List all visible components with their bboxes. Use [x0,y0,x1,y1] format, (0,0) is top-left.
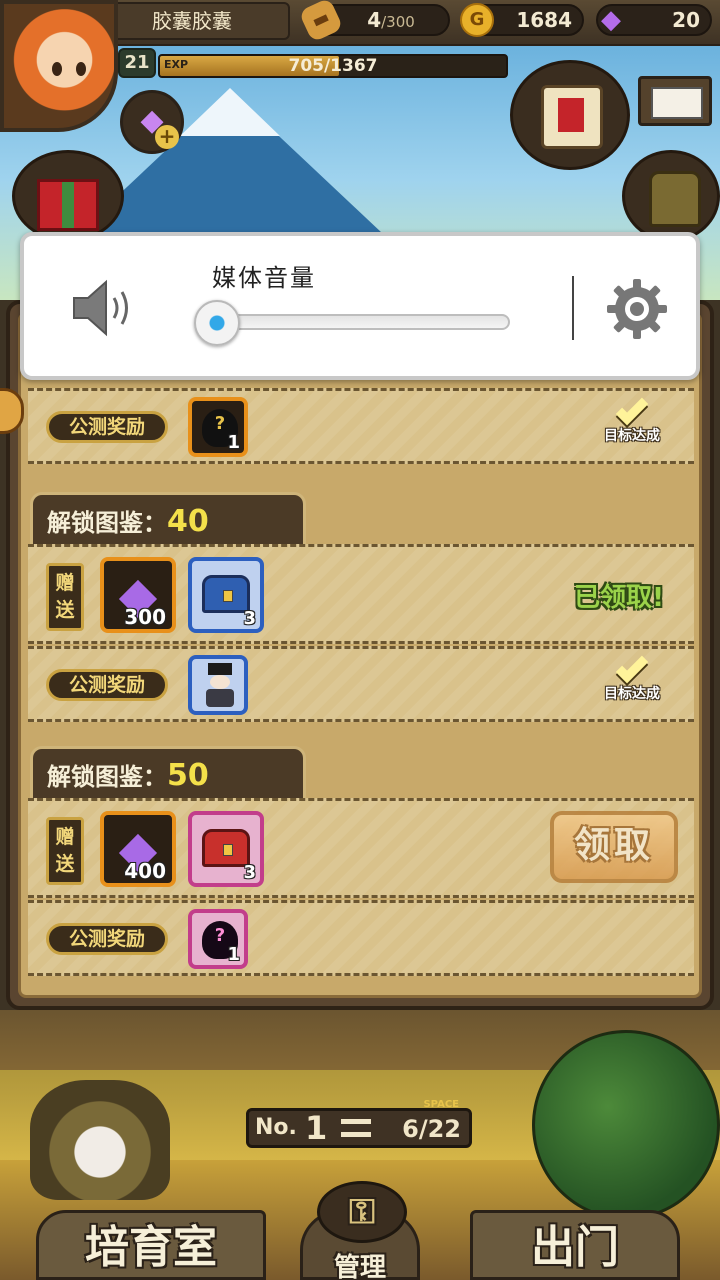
mail-button[interactable] [638,76,712,126]
gold-value: 1684 [516,8,572,32]
gem-value: 20 [672,8,700,32]
scroll-icon [541,85,603,149]
mountain-snowcap [180,88,280,136]
gem-counter: ◆ 20 [596,4,712,36]
bread-counter: ▬ 4/300 [298,0,450,43]
mystery-item-slot[interactable]: ? 1 [188,397,248,457]
beta-reward-tag: 公测奖励 [46,923,168,955]
reward-row-beta-1: 公测奖励 ? 1 目标达成 [28,388,694,464]
player-avatar[interactable] [0,0,118,132]
gift-tag: 赠 送 [46,563,84,631]
check-icon [615,392,649,426]
go-out-button[interactable]: 出门 [470,1210,680,1280]
item-quantity: 300 [124,605,166,629]
blue-chest-reward-slot[interactable]: 3 [188,557,264,633]
character-reward-slot[interactable] [188,655,248,715]
avatar-eye-right [76,62,86,76]
incubator-button[interactable]: 培育室 [36,1210,266,1280]
speaker-icon[interactable] [68,276,138,340]
tree-decoration [532,1030,720,1220]
gift-box-icon [37,179,99,231]
gear-icon[interactable] [604,276,670,342]
claim-button[interactable]: 领取 [550,811,678,883]
backpack-button[interactable] [622,150,720,242]
player-name: 胶囊胶囊 [94,2,290,40]
volume-title: 媒体音量 [212,264,316,292]
red-chest-reward-slot[interactable]: 3 [188,811,264,887]
section-label: 解锁图鉴： [47,509,167,537]
no-value: 1 [305,1109,328,1147]
egg-nest-decoration [30,1080,170,1200]
goal-complete-text: 目标达成 [604,428,660,444]
bread-max: /300 [381,13,415,31]
reward-row-gift-50: 赠 送 ◆ 400 3 领取 [28,798,694,898]
gem-icon: ◆ [601,5,621,35]
section-header-50: 解锁图鉴：50 [30,746,306,800]
goal-complete-text: 目标达成 [604,686,660,702]
item-quantity: 1 [227,944,240,965]
exp-text: 705/1367 [288,56,378,76]
mystery-item-slot[interactable]: ? 1 [188,909,248,969]
key-icon: ⚿ [317,1181,407,1243]
check-icon [615,650,649,684]
bread-value: 4 [367,8,382,32]
goal-complete-badge: 目标达成 [592,650,672,717]
reward-row-beta-2: 公测奖励 目标达成 [28,646,694,722]
gift-button[interactable] [12,150,124,242]
no-label: No. [255,1115,297,1140]
reward-row-beta-3: 公测奖励 ? 1 [28,900,694,976]
level-badge: 21 [118,48,156,78]
bread-icon: ▬ [298,0,344,43]
goal-complete-badge: 目标达成 [592,392,672,459]
manage-label: 管理 [333,1253,386,1280]
gift-tag-char-1: 赠 [55,826,75,848]
item-quantity: 3 [243,862,256,883]
volume-slider-knob[interactable] [194,300,240,346]
manage-button[interactable]: ⚿ 管理 [300,1181,420,1280]
reward-row-gift-40: 赠 送 ◆ 300 3 已领取! [28,544,694,644]
section-number: 50 [167,758,209,793]
avatar-eye-left [52,62,62,76]
character-icon [206,663,234,707]
beta-reward-tag: 公测奖励 [46,669,168,701]
quest-scroll-button[interactable] [510,60,630,170]
section-header-40: 解锁图鉴：40 [30,492,306,546]
item-quantity: 400 [124,859,166,883]
gift-tag-char-2: 送 [55,853,75,875]
gem-reward-slot[interactable]: ◆ 400 [100,811,176,887]
buy-gems-button[interactable]: ◆ + [120,90,184,154]
equals-icon [341,1119,371,1137]
divider [572,276,574,340]
gift-tag-char-1: 赠 [55,572,75,594]
gem-reward-slot[interactable]: ◆ 300 [100,557,176,633]
space-label: SPACE [423,1099,459,1110]
gift-tag-char-2: 送 [55,599,75,621]
plus-icon: + [155,125,179,149]
exp-bar: EXP 705/1367 [158,54,508,78]
beta-reward-tag: 公测奖励 [46,411,168,443]
section-label: 解锁图鉴： [47,763,167,791]
section-number: 40 [167,504,209,539]
media-volume-overlay: 媒体音量 [20,232,700,380]
volume-slider-track[interactable] [200,314,510,330]
gold-counter: G 1684 [460,3,584,37]
space-value: 6/22 [402,1115,461,1143]
gold-coin-icon: G [460,3,494,37]
gift-tag: 赠 送 [46,817,84,885]
item-quantity: 3 [243,608,256,629]
item-quantity: 1 [227,432,240,453]
claimed-status: 已领取! [574,583,664,613]
space-indicator: No. 1 SPACE 6/22 [246,1099,472,1148]
